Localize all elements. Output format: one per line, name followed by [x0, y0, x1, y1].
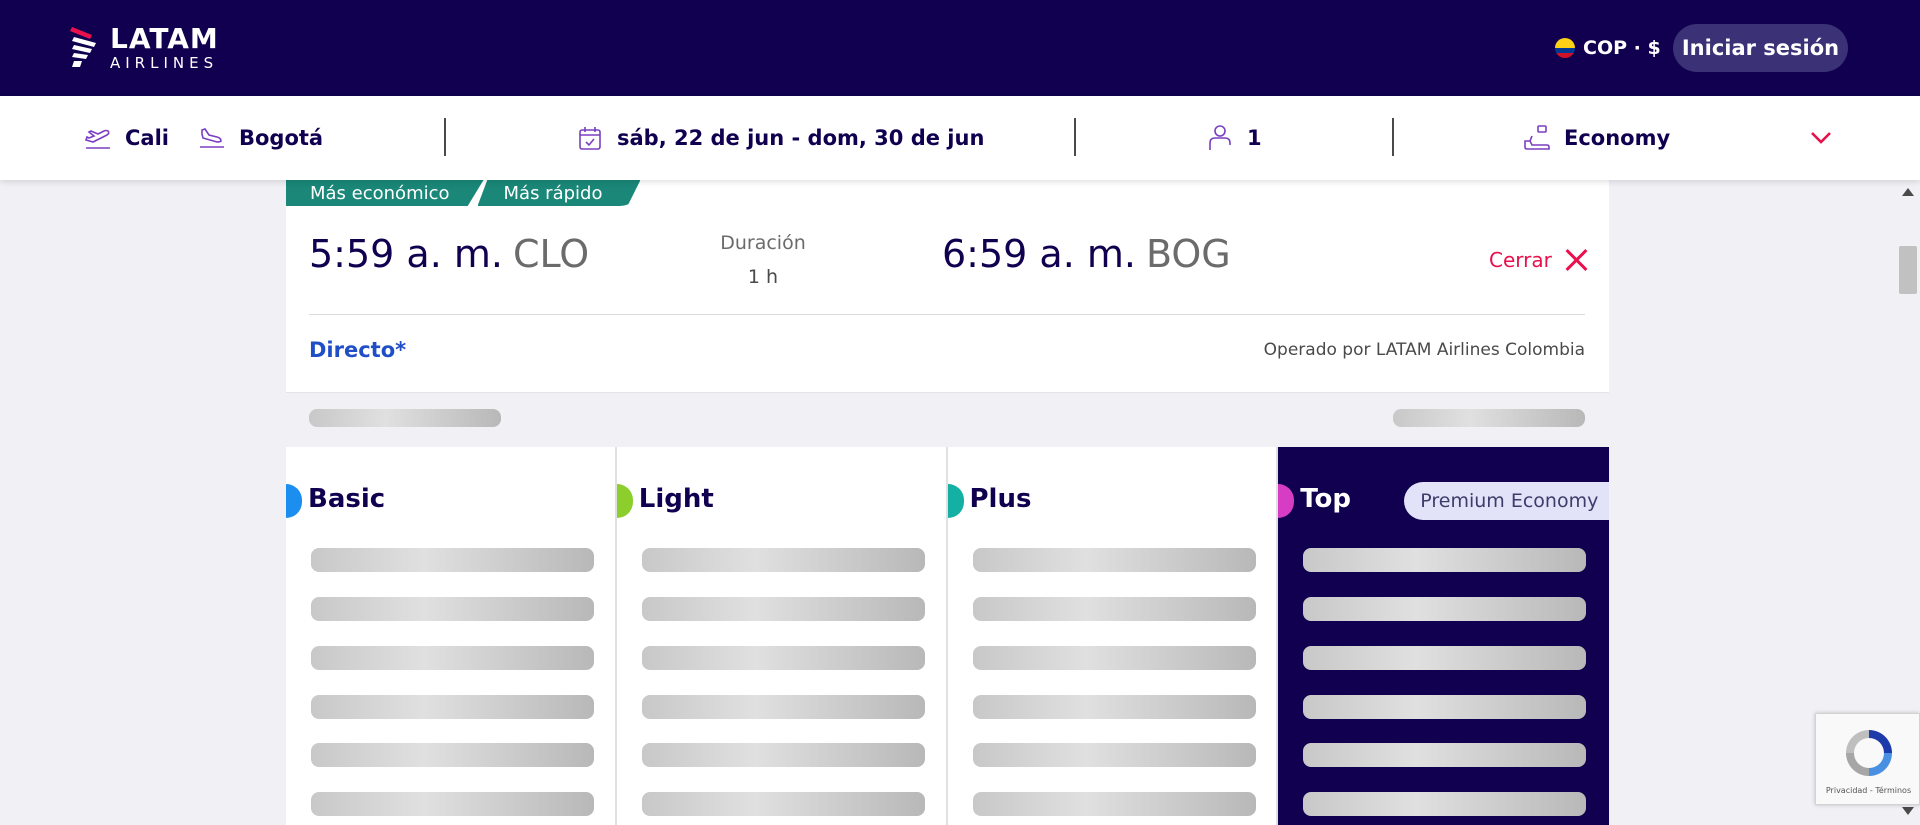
search-expand-toggle[interactable]: [1810, 96, 1832, 180]
loading-skeleton: [641, 792, 925, 816]
duration-label: Duración: [720, 232, 806, 254]
tag-cheapest: Más económico: [286, 180, 484, 206]
departure-time: 5:59 a. m.: [309, 232, 503, 276]
loading-skeleton: [1303, 743, 1587, 767]
divider: [1392, 118, 1394, 156]
recaptcha-badge[interactable]: Privacidad - Términos: [1815, 713, 1920, 805]
loading-skeleton: [972, 646, 1256, 670]
arrival: 6:59 a. m. BOG: [942, 232, 1231, 276]
loading-skeleton: [641, 743, 925, 767]
loading-skeleton: [1393, 409, 1585, 427]
fare-name: Basic: [308, 484, 386, 514]
loading-skeleton: [972, 792, 1256, 816]
departure-airport-code: CLO: [512, 232, 590, 276]
colombia-flag-icon: [1555, 38, 1575, 58]
fare-name: Light: [638, 484, 714, 514]
loading-skeleton: [1303, 695, 1587, 719]
loading-skeleton: [311, 695, 594, 719]
origin-city: Cali: [125, 126, 169, 150]
loading-skeleton: [641, 695, 925, 719]
loading-skeleton: [972, 743, 1256, 767]
landing-icon: [197, 123, 227, 153]
arrival-time: 6:59 a. m.: [942, 232, 1136, 276]
scroll-down-arrow-icon[interactable]: [1902, 807, 1914, 815]
fare-name: Top: [1300, 484, 1352, 514]
fare-card-light[interactable]: Light: [616, 447, 948, 825]
scroll-up-arrow-icon[interactable]: [1902, 188, 1914, 196]
fare-color-marker: [286, 484, 302, 518]
dates-field[interactable]: sáb, 22 de jun - dom, 30 de jun: [575, 96, 984, 180]
close-icon: [1564, 248, 1588, 272]
loading-skeleton: [1303, 792, 1587, 816]
latam-logo[interactable]: LATAM AIRLINES: [70, 22, 219, 74]
fare-color-marker: [1278, 484, 1295, 518]
loading-skeleton: [311, 646, 594, 670]
person-icon: [1205, 123, 1235, 153]
destination-city: Bogotá: [239, 126, 324, 150]
passenger-count: 1: [1247, 126, 1262, 150]
divider: [1074, 118, 1076, 156]
loading-skeleton: [311, 548, 594, 572]
loading-skeleton: [1303, 548, 1587, 572]
close-details-button[interactable]: Cerrar: [1489, 248, 1588, 272]
divider: [309, 314, 1585, 315]
passengers-field[interactable]: 1: [1205, 96, 1262, 180]
loading-skeleton: [311, 597, 594, 621]
fare-options: Basic Light Plus Top Premium Economy: [286, 447, 1610, 825]
flight-detail-card: Más económico Más rápido 5:59 a. m. CLO D…: [286, 180, 1610, 825]
search-summary-bar: Cali Bogotá sáb, 22 de jun - dom, 30 de …: [0, 96, 1920, 180]
seat-icon: [1522, 123, 1552, 153]
departure: 5:59 a. m. CLO: [309, 232, 589, 276]
close-label: Cerrar: [1489, 248, 1552, 272]
chevron-down-icon: [1810, 126, 1832, 150]
logo-subtitle: AIRLINES: [110, 54, 219, 72]
fare-name: Plus: [969, 484, 1032, 514]
cabin-label: Economy: [1564, 126, 1671, 150]
origin-field[interactable]: Cali: [83, 96, 169, 180]
loading-skeleton: [309, 409, 501, 427]
recaptcha-icon: [1840, 724, 1898, 782]
logo-wordmark: LATAM: [110, 22, 219, 55]
fare-color-marker: [947, 484, 964, 518]
login-button[interactable]: Iniciar sesión: [1673, 24, 1848, 72]
fare-card-top[interactable]: Top Premium Economy: [1278, 447, 1610, 825]
fare-color-marker: [616, 484, 633, 518]
premium-economy-badge: Premium Economy: [1404, 482, 1610, 520]
loading-skeleton: [641, 548, 925, 572]
operator-label: Operado por LATAM Airlines Colombia: [1263, 340, 1585, 360]
loading-skeleton: [311, 743, 594, 767]
loading-skeleton: [972, 695, 1256, 719]
latam-logo-icon: [70, 23, 102, 73]
divider: [444, 118, 446, 156]
recaptcha-links[interactable]: Privacidad - Términos: [1816, 786, 1920, 795]
loading-band: [286, 392, 1609, 448]
loading-skeleton: [972, 597, 1256, 621]
cabin-field[interactable]: Economy: [1522, 96, 1670, 180]
loading-skeleton: [1303, 597, 1587, 621]
fare-card-plus[interactable]: Plus: [947, 447, 1279, 825]
fare-card-basic[interactable]: Basic: [286, 447, 617, 825]
loading-skeleton: [641, 646, 925, 670]
dates-label: sáb, 22 de jun - dom, 30 de jun: [617, 126, 985, 150]
currency-selector[interactable]: COP · $: [1555, 33, 1661, 63]
duration-value: 1 h: [747, 266, 779, 288]
loading-skeleton: [311, 792, 594, 816]
calendar-icon: [575, 123, 605, 153]
scrollbar-thumb[interactable]: [1899, 246, 1917, 294]
takeoff-icon: [83, 123, 113, 153]
tag-fastest: Más rápido: [477, 180, 641, 206]
flight-tags: Más económico Más rápido: [286, 180, 641, 206]
loading-skeleton: [641, 597, 925, 621]
top-header: LATAM AIRLINES COP · $ Iniciar sesión: [0, 0, 1920, 96]
loading-skeleton: [1303, 646, 1587, 670]
currency-label: COP · $: [1583, 37, 1661, 59]
stops-link[interactable]: Directo*: [309, 338, 406, 362]
loading-skeleton: [972, 548, 1256, 572]
destination-field[interactable]: Bogotá: [197, 96, 323, 180]
arrival-airport-code: BOG: [1145, 232, 1231, 276]
